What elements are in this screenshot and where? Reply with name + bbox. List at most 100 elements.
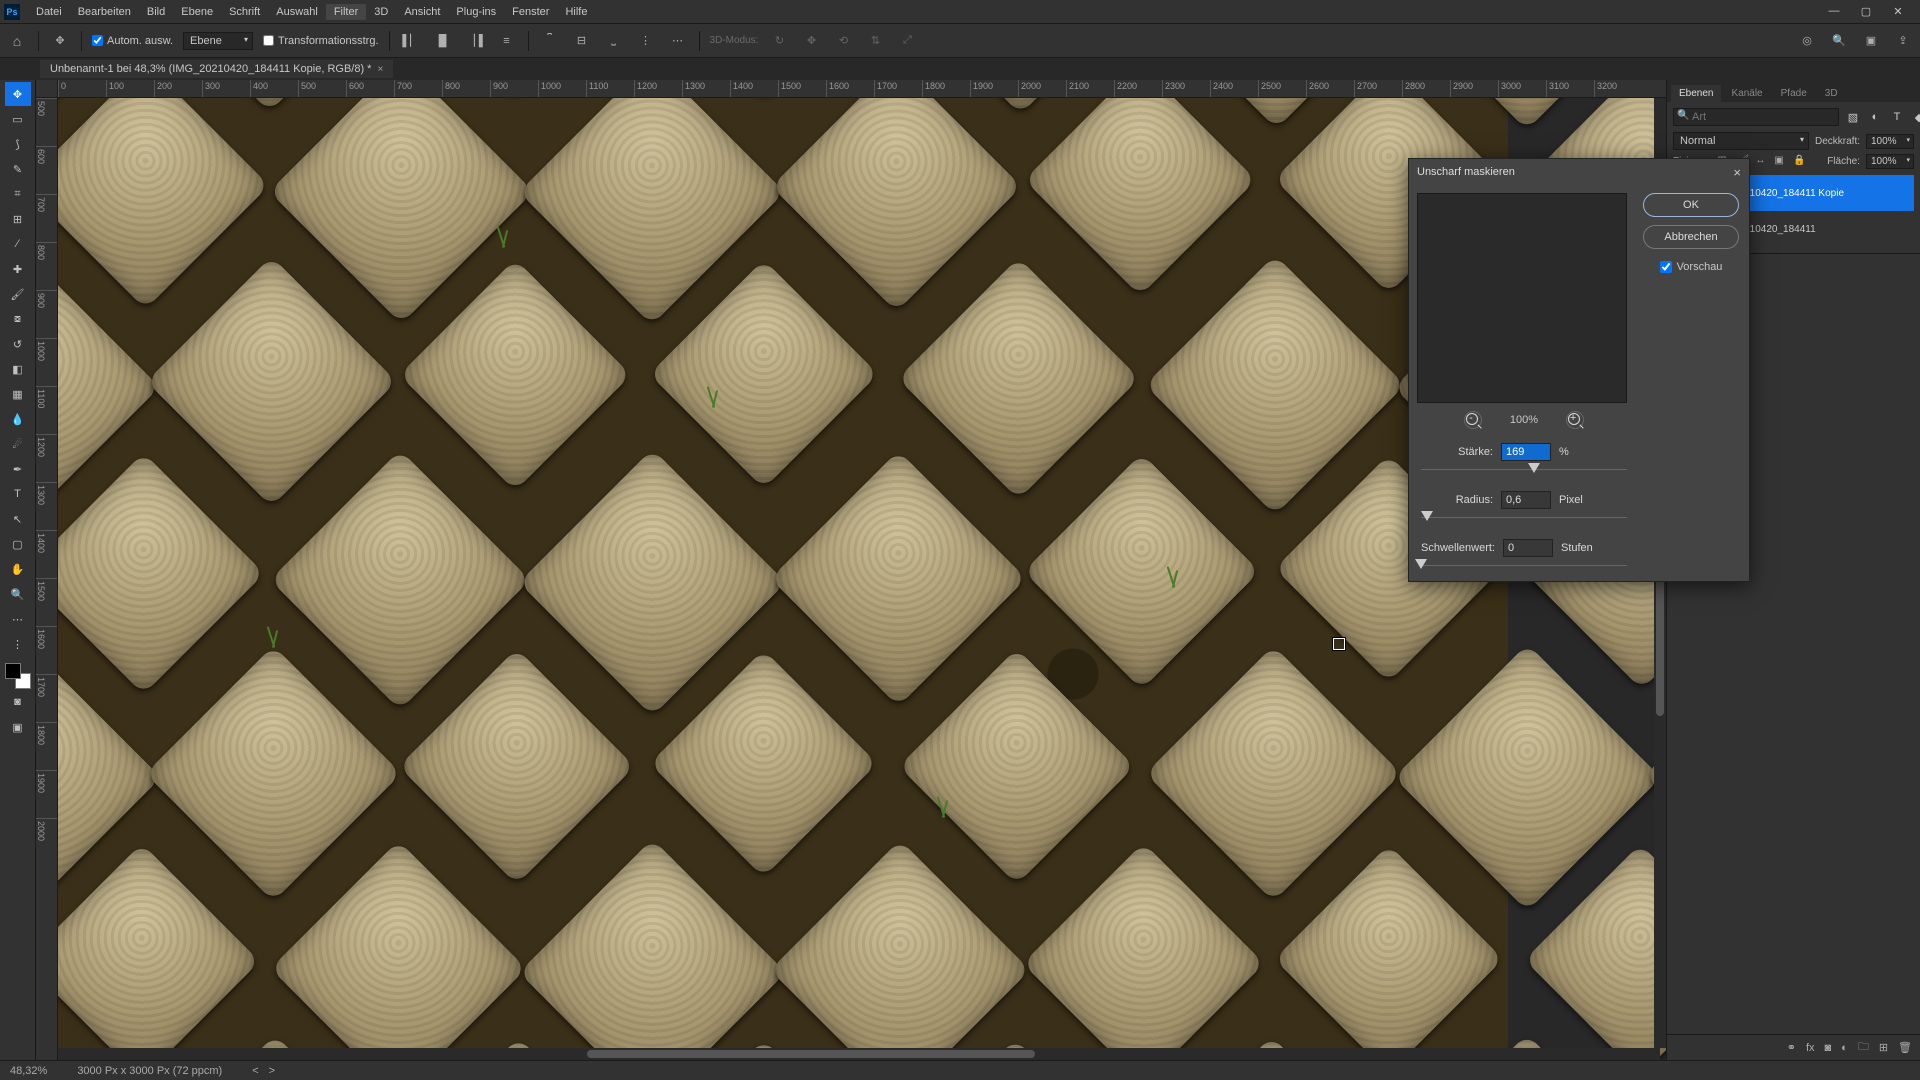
stamp-tool[interactable]: ⧇	[5, 307, 31, 331]
cancel-button[interactable]: Abbrechen	[1643, 225, 1739, 249]
lasso-tool[interactable]: ⟆	[5, 132, 31, 156]
panel-tab-pfade[interactable]: Pfade	[1773, 85, 1815, 102]
delete-layer-icon[interactable]: 🗑	[1898, 1041, 1912, 1054]
align-center-h-icon[interactable]: ▐▌	[432, 30, 454, 52]
preview-checkbox-input[interactable]	[1660, 261, 1672, 273]
layer-filter-input[interactable]	[1673, 108, 1839, 126]
maximize-button[interactable]: ▢	[1856, 5, 1876, 18]
crop-tool[interactable]: ⌗	[5, 182, 31, 206]
menu-auswahl[interactable]: Auswahl	[268, 4, 326, 20]
path-select-tool[interactable]: ↖	[5, 507, 31, 531]
blur-tool[interactable]: 💧	[5, 407, 31, 431]
auto-select-checkbox[interactable]: Autom. ausw.	[92, 35, 173, 47]
type-tool[interactable]: T	[5, 482, 31, 506]
align-bottom-icon[interactable]: ⎵	[603, 30, 625, 52]
pen-tool[interactable]: ✒	[5, 457, 31, 481]
distribute-h-icon[interactable]: ≡	[496, 30, 518, 52]
new-layer-icon[interactable]: ⊞	[1879, 1041, 1888, 1054]
dodge-tool[interactable]: ☄	[5, 432, 31, 456]
lock-all-icon[interactable]: 🔒	[1793, 155, 1807, 169]
status-prev-icon[interactable]: <	[252, 1065, 258, 1077]
distribute-v-icon[interactable]: ⋮	[635, 30, 657, 52]
menu-schrift[interactable]: Schrift	[221, 4, 268, 20]
panel-tab-kanäle[interactable]: Kanäle	[1723, 85, 1770, 102]
home-icon[interactable]: ⌂	[6, 30, 28, 52]
healing-tool[interactable]: ✚	[5, 257, 31, 281]
search-icon[interactable]: 🔍	[1828, 30, 1850, 52]
move-tool[interactable]: ✥	[5, 82, 31, 106]
hand-tool[interactable]: ✋	[5, 557, 31, 581]
filter-adjust-icon[interactable]: ◐	[1867, 109, 1883, 125]
filter-type-icon[interactable]: T	[1889, 109, 1905, 125]
close-window-button[interactable]: ✕	[1888, 5, 1908, 18]
gradient-tool[interactable]: ▦	[5, 382, 31, 406]
menu-filter[interactable]: Filter	[326, 4, 366, 20]
more-options-icon[interactable]: ⋯	[667, 30, 689, 52]
zoom-tool[interactable]: 🔍	[5, 582, 31, 606]
status-next-icon[interactable]: >	[269, 1065, 275, 1077]
link-layers-icon[interactable]: ⚭	[1787, 1041, 1796, 1054]
strength-input[interactable]	[1501, 443, 1551, 461]
radius-input[interactable]	[1501, 491, 1551, 509]
menu-3d[interactable]: 3D	[366, 4, 396, 20]
transform-controls-input[interactable]	[263, 35, 274, 46]
status-info[interactable]: 3000 Px x 3000 Px (72 ppcm)	[77, 1065, 222, 1077]
share-icon[interactable]: ⇪	[1892, 30, 1914, 52]
preview-checkbox[interactable]: Vorschau	[1660, 261, 1723, 273]
cloud-icon[interactable]: ◎	[1796, 30, 1818, 52]
blend-mode-dropdown[interactable]: Normal	[1673, 132, 1809, 150]
document-tab[interactable]: Unbenannt-1 bei 48,3% (IMG_20210420_1844…	[40, 60, 393, 78]
auto-select-input[interactable]	[92, 35, 103, 46]
menu-ebene[interactable]: Ebene	[173, 4, 221, 20]
quick-select-tool[interactable]: ✎	[5, 157, 31, 181]
menu-bearbeiten[interactable]: Bearbeiten	[70, 4, 139, 20]
frame-tool[interactable]: ⊞	[5, 207, 31, 231]
dialog-titlebar[interactable]: Unscharf maskieren ×	[1409, 159, 1749, 185]
panel-tab-3d[interactable]: 3D	[1817, 85, 1846, 102]
lock-artboard-icon[interactable]: ▣	[1774, 155, 1788, 169]
workspace-icon[interactable]: ▣	[1860, 30, 1882, 52]
quick-mask-tool[interactable]: ◙	[5, 690, 31, 714]
menu-plug-ins[interactable]: Plug-ins	[448, 4, 504, 20]
adjustment-layer-icon[interactable]: ◐	[1841, 1042, 1848, 1054]
ruler-origin[interactable]	[36, 80, 58, 98]
opacity-input[interactable]: 100%	[1866, 134, 1914, 149]
ok-button[interactable]: OK	[1643, 193, 1739, 217]
transform-controls-checkbox[interactable]: Transformationsstrg.	[263, 35, 378, 47]
rectangle-tool[interactable]: ▢	[5, 532, 31, 556]
menu-datei[interactable]: Datei	[28, 4, 70, 20]
panel-tab-ebenen[interactable]: Ebenen	[1671, 85, 1721, 102]
brush-tool[interactable]: 🖌	[5, 282, 31, 306]
zoom-out-button[interactable]: -	[1464, 411, 1482, 429]
align-left-icon[interactable]: ▌▏	[400, 30, 422, 52]
align-top-icon[interactable]: ⎴	[539, 30, 561, 52]
layer-mask-icon[interactable]: ◙	[1825, 1042, 1832, 1054]
horizontal-scrollbar[interactable]	[58, 1048, 1660, 1060]
filter-pixel-icon[interactable]: ▧	[1845, 109, 1861, 125]
strength-slider[interactable]	[1421, 463, 1627, 477]
threshold-input[interactable]	[1503, 539, 1553, 557]
vertical-ruler[interactable]: 5006007008009001000110012001300140015001…	[36, 98, 58, 1060]
more-tools-icon[interactable]: ⋯	[5, 607, 31, 631]
align-right-icon[interactable]: ▕▐	[464, 30, 486, 52]
horizontal-ruler[interactable]: 0100200300400500600700800900100011001200…	[58, 80, 1666, 98]
radius-slider[interactable]	[1421, 511, 1627, 525]
zoom-in-button[interactable]: +	[1566, 411, 1584, 429]
foreground-color[interactable]	[5, 663, 21, 679]
status-zoom[interactable]: 48,32%	[10, 1065, 47, 1077]
menu-ansicht[interactable]: Ansicht	[396, 4, 448, 20]
marquee-tool[interactable]: ▭	[5, 107, 31, 131]
close-tab-icon[interactable]: ×	[377, 64, 383, 75]
auto-select-target-dropdown[interactable]: Ebene	[183, 32, 253, 50]
filter-shape-icon[interactable]: ◆	[1911, 109, 1920, 125]
history-brush-tool[interactable]: ↺	[5, 332, 31, 356]
menu-bild[interactable]: Bild	[139, 4, 173, 20]
minimize-button[interactable]: —	[1824, 5, 1844, 18]
edit-toolbar-icon[interactable]: ⋮	[5, 632, 31, 656]
menu-hilfe[interactable]: Hilfe	[557, 4, 595, 20]
eraser-tool[interactable]: ◧	[5, 357, 31, 381]
menu-fenster[interactable]: Fenster	[504, 4, 557, 20]
eyedropper-tool[interactable]: ⁄	[5, 232, 31, 256]
layer-style-icon[interactable]: fx	[1806, 1042, 1815, 1054]
screen-mode-tool[interactable]: ▣	[5, 715, 31, 739]
